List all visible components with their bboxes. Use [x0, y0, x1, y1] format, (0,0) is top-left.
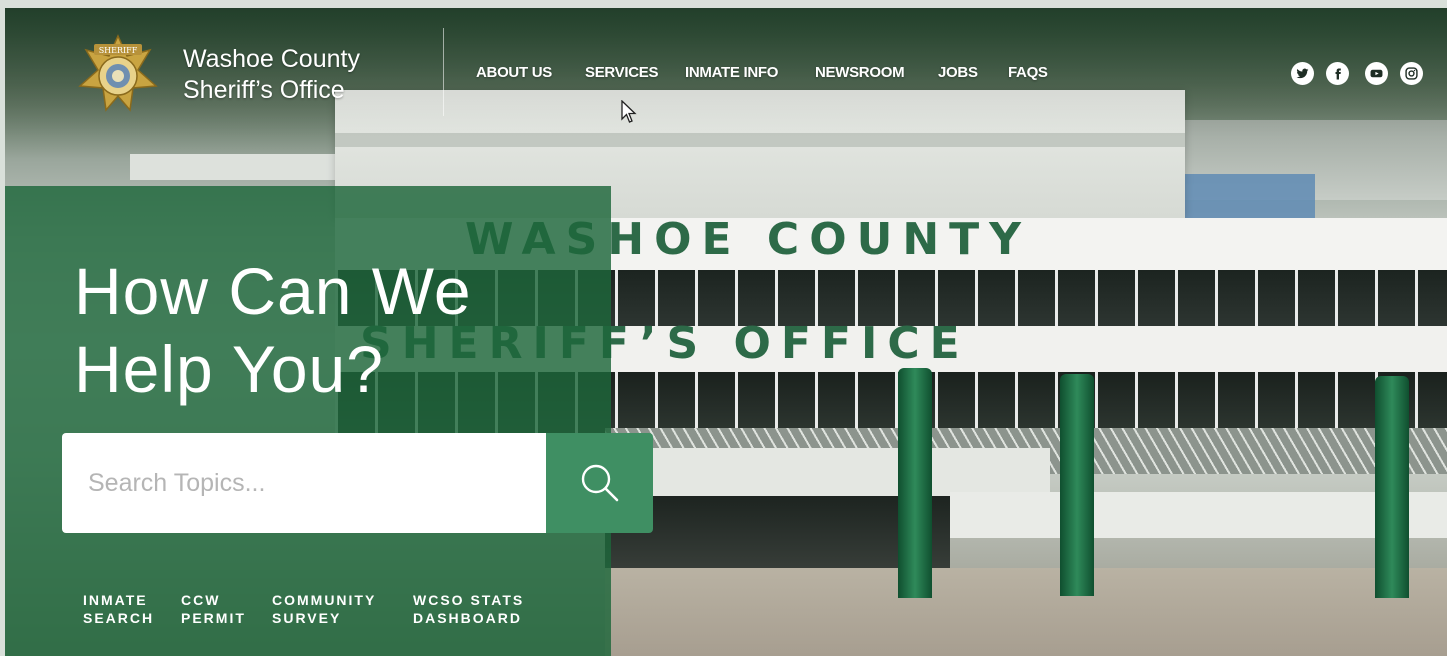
nav-newsroom[interactable]: NEWSROOM: [815, 64, 905, 81]
mouse-pointer-icon: [621, 100, 637, 123]
search-button[interactable]: [546, 433, 653, 533]
site-header: SHERIFF Washoe County Sheriff’s Office A…: [0, 8, 1447, 118]
quick-link-ccw-permit[interactable]: CCW PERMIT: [181, 591, 246, 627]
search-input[interactable]: [62, 433, 546, 533]
hero-headline-line2: Help You?: [74, 332, 384, 406]
badge-label: SHERIFF: [99, 46, 138, 55]
sheriff-star-badge-icon[interactable]: SHERIFF: [78, 34, 158, 112]
search-icon: [581, 464, 618, 502]
twitter-icon[interactable]: [1291, 62, 1314, 85]
quick-link-inmate-search[interactable]: INMATE SEARCH: [83, 591, 154, 627]
nav-about-us[interactable]: ABOUT US: [476, 64, 552, 81]
instagram-icon[interactable]: [1400, 62, 1423, 85]
quick-link-community-survey[interactable]: COMMUNITY SURVEY: [272, 591, 376, 627]
site-title[interactable]: Washoe County Sheriff’s Office: [183, 44, 360, 106]
nav-services[interactable]: SERVICES: [585, 64, 658, 81]
site-title-line2: Sheriff’s Office: [183, 76, 345, 104]
facebook-icon[interactable]: [1326, 62, 1349, 85]
site-title-line1: Washoe County: [183, 45, 360, 73]
nav-inmate-info[interactable]: INMATE INFO: [685, 64, 778, 81]
header-divider: [443, 28, 444, 116]
quick-link-wcso-stats-dashboard[interactable]: WCSO STATS DASHBOARD: [413, 591, 524, 627]
nav-faqs[interactable]: FAQS: [1008, 64, 1048, 81]
hero-headline-line1: How Can We: [74, 254, 472, 328]
youtube-icon[interactable]: [1365, 62, 1388, 85]
hero-headline: How Can We Help You?: [74, 252, 472, 408]
nav-jobs[interactable]: JOBS: [938, 64, 978, 81]
